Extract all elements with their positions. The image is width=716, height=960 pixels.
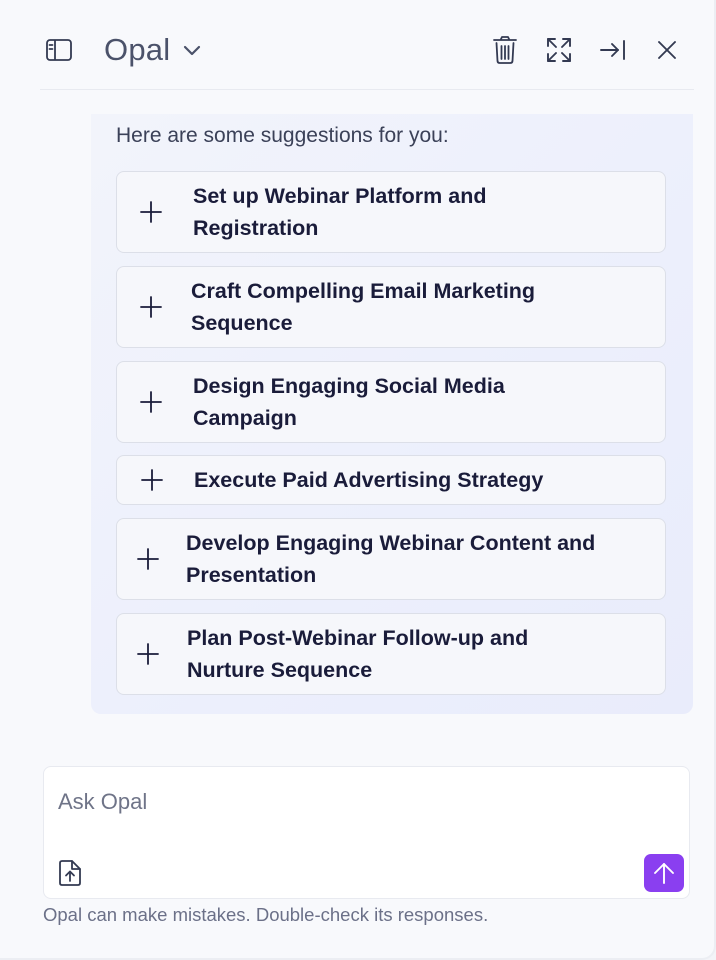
- sidebar-panel-icon: [46, 39, 72, 61]
- suggestions-intro: Here are some suggestions for you:: [116, 124, 449, 147]
- suggestion-label: Plan Post-Webinar Follow-up and Nurture …: [187, 626, 529, 682]
- collapse-panel-button[interactable]: [595, 32, 631, 68]
- expand-arrows-icon: [547, 38, 571, 62]
- composer: [43, 766, 690, 899]
- send-button[interactable]: [644, 854, 684, 892]
- arrow-up-icon: [654, 863, 674, 884]
- suggestion-label: Design Engaging Social Media Campaign: [193, 374, 505, 430]
- file-upload-icon: [59, 860, 81, 886]
- sidebar-toggle-button[interactable]: [41, 32, 77, 68]
- arrow-right-to-bar-icon: [600, 40, 625, 60]
- plus-icon: [140, 468, 164, 492]
- expand-button[interactable]: [541, 32, 577, 68]
- trash-icon: [493, 36, 517, 64]
- plus-icon: [139, 295, 163, 319]
- panel-header: Opal: [40, 12, 694, 90]
- suggestion-item[interactable]: Craft Compelling Email Marketing Sequenc…: [116, 266, 666, 348]
- page-title: Opal: [104, 32, 171, 67]
- suggestion-label: Execute Paid Advertising Strategy: [194, 468, 544, 492]
- suggestions-card: Here are some suggestions for you: Set u…: [91, 114, 693, 714]
- suggestion-label: Set up Webinar Platform and Registration: [193, 184, 487, 240]
- suggestion-label: Craft Compelling Email Marketing Sequenc…: [191, 279, 536, 335]
- disclaimer-text: Opal can make mistakes. Double-check its…: [43, 904, 489, 925]
- close-button[interactable]: [649, 32, 685, 68]
- suggestion-item[interactable]: Design Engaging Social Media Campaign: [116, 361, 666, 443]
- suggestion-item[interactable]: Develop Engaging Webinar Content and Pre…: [116, 518, 666, 600]
- chevron-down-icon: [182, 43, 202, 57]
- plus-icon: [139, 200, 163, 224]
- plus-icon: [136, 642, 160, 666]
- ask-input[interactable]: [56, 781, 680, 823]
- assistant-panel: Opal Here are some suggestions for you: …: [0, 0, 716, 960]
- suggestion-item[interactable]: Set up Webinar Platform and Registration: [116, 171, 666, 253]
- close-icon: [658, 41, 676, 59]
- suggestion-item[interactable]: Execute Paid Advertising Strategy: [116, 455, 666, 505]
- suggestion-label: Develop Engaging Webinar Content and Pre…: [186, 531, 596, 587]
- plus-icon: [139, 390, 163, 414]
- clear-chat-button[interactable]: [487, 32, 523, 68]
- plus-icon: [136, 547, 160, 571]
- suggestion-item[interactable]: Plan Post-Webinar Follow-up and Nurture …: [116, 613, 666, 695]
- assistant-selector[interactable]: Opal: [104, 28, 202, 72]
- upload-file-button[interactable]: [52, 855, 88, 891]
